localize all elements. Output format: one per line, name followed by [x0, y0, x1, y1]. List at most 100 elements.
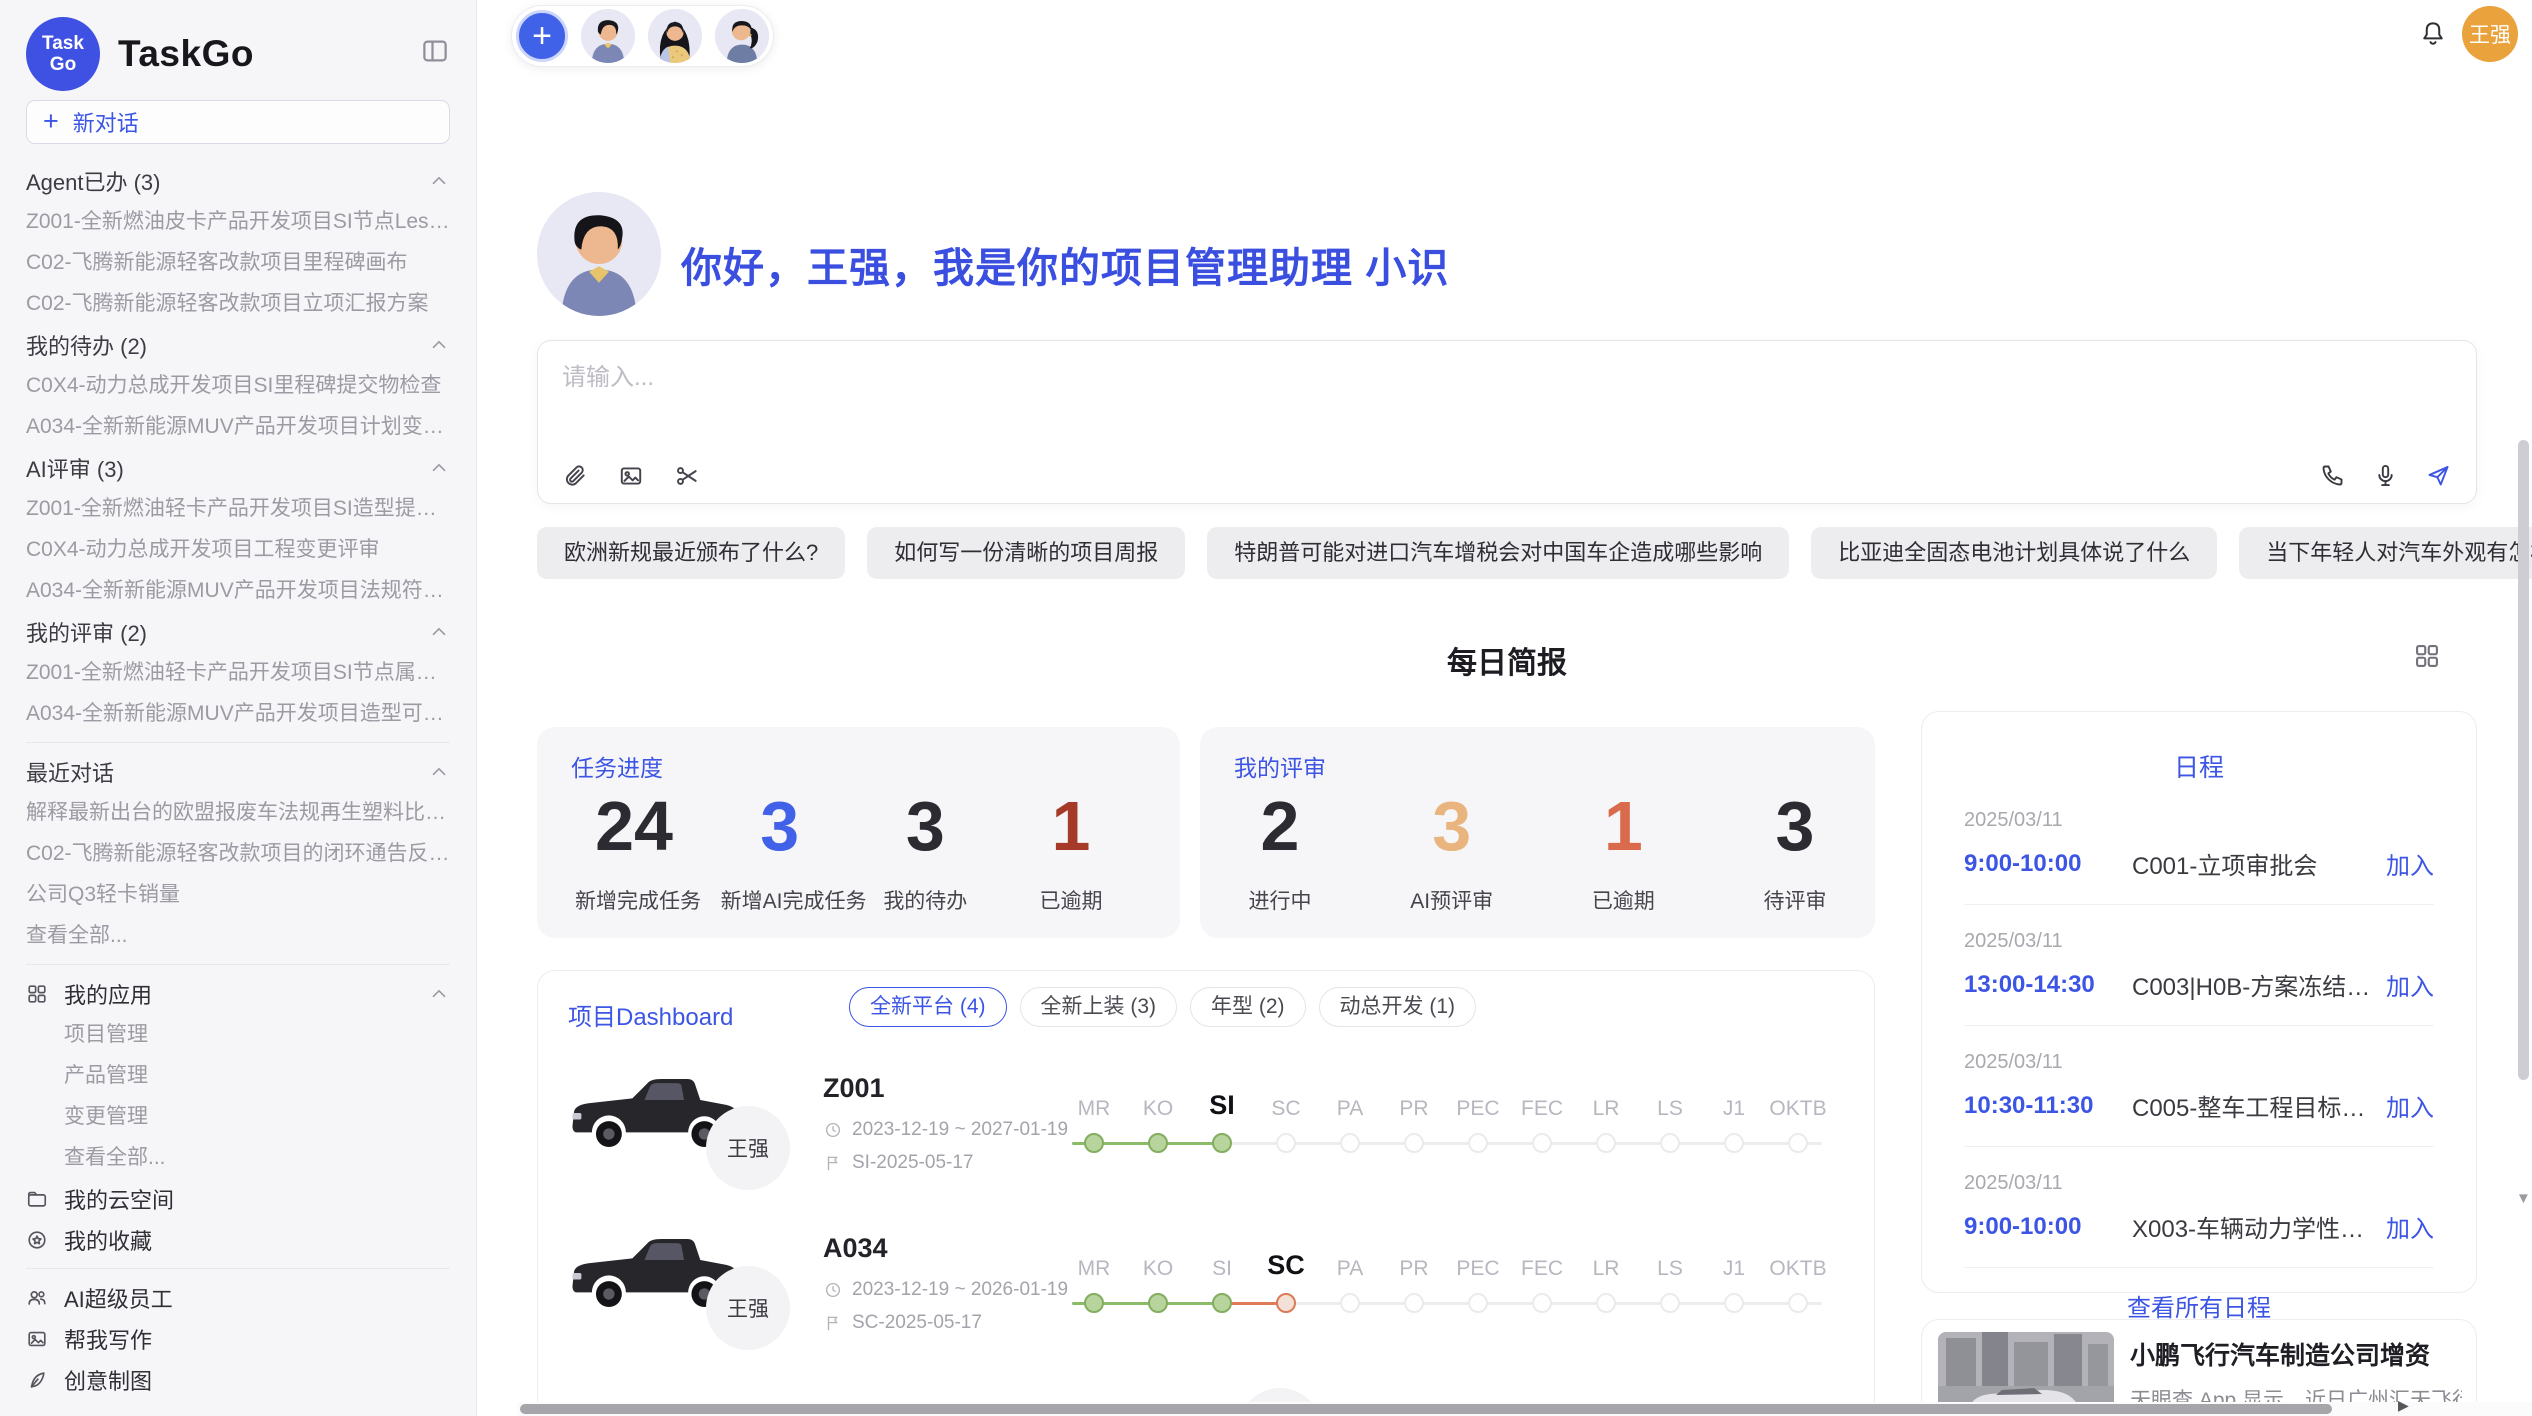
metric: 1已逾期 [1012, 791, 1130, 915]
add-conversation-button[interactable]: + [516, 10, 568, 62]
milestone-label: J1 [1723, 1087, 1745, 1121]
scissors-icon[interactable] [674, 463, 700, 489]
microphone-icon[interactable] [2372, 462, 2399, 489]
join-meeting-link[interactable]: 加入 [2386, 1209, 2434, 1244]
sidebar-task-item[interactable]: C02-飞腾新能源轻客改款项目里程碑画布 [26, 242, 450, 283]
sidebar-task-item[interactable]: Z001-全新燃油轻卡产品开发项目SI节点属性5D文件评审 [26, 652, 450, 693]
schedule-date: 2025/03/11 [1964, 1051, 2434, 1074]
milestone-label: OKTB [1769, 1087, 1826, 1121]
sidebar-section-header[interactable]: AI评审 (3) [26, 447, 450, 488]
app-item[interactable]: 查看全部... [26, 1137, 450, 1178]
schedule-date: 2025/03/11 [1964, 930, 2434, 953]
schedule-event-name: X003-车辆动力学性能验... [2132, 1209, 2374, 1244]
join-meeting-link[interactable]: 加入 [2386, 967, 2434, 1002]
sidebar-section-header[interactable]: Agent已办 (3) [26, 160, 450, 201]
stat-card: 我的评审2进行中3AI预评审1已逾期3待评审 [1200, 727, 1875, 938]
horizontal-scrollbar-thumb[interactable] [520, 1404, 2332, 1414]
milestone-dot [1340, 1293, 1360, 1313]
recent-conversation-item[interactable]: 公司Q3轻卡销量 [26, 874, 450, 915]
milestone-dot [1404, 1133, 1424, 1153]
sidebar-task-item[interactable]: Z001-全新燃油轻卡产品开发项目SI造型提交物评审 [26, 488, 450, 529]
dashboard-tab[interactable]: 年型 (2) [1190, 987, 1306, 1027]
sidebar-task-item[interactable]: C02-飞腾新能源轻客改款项目立项汇报方案 [26, 283, 450, 324]
schedule-event-name: C005-整车工程目标评审 [2132, 1088, 2374, 1123]
project-owner-badge: 王强 [706, 1266, 790, 1350]
project-code[interactable]: Z001 [823, 1073, 885, 1104]
cloud-folder-icon [26, 1188, 48, 1210]
horizontal-scrollbar[interactable] [517, 1402, 2532, 1416]
divider [26, 742, 450, 743]
suggestion-chip[interactable]: 当下年轻人对汽车外观有怎样的喜好趋势 [2239, 527, 2532, 579]
conversation-avatar-3[interactable] [715, 9, 769, 63]
assistant-avatar [537, 192, 661, 316]
phone-icon[interactable] [2319, 462, 2346, 489]
my-apps-header[interactable]: 我的应用 [26, 973, 450, 1014]
recent-conversations-header[interactable]: 最近对话 [26, 751, 450, 792]
sidebar-task-item[interactable]: A034-全新新能源MUV产品开发项目计划变更表编写 [26, 406, 450, 447]
dashboard-tab[interactable]: 动总开发 (1) [1319, 987, 1477, 1027]
notifications-bell-icon[interactable] [2418, 19, 2448, 49]
send-icon[interactable] [2425, 462, 2452, 489]
scroll-down-arrow-icon[interactable]: ▼ [2516, 1190, 2531, 1207]
join-meeting-link[interactable]: 加入 [2386, 846, 2434, 881]
schedule-time: 9:00-10:00 [1964, 1213, 2132, 1241]
view-all-schedule-link[interactable]: 查看所有日程 [1964, 1288, 2434, 1323]
metric-label: 进行中 [1221, 885, 1339, 915]
suggestion-chip[interactable]: 特朗普可能对进口汽车增税会对中国车企造成哪些影响 [1207, 527, 1789, 579]
dashboard-tab[interactable]: 全新平台 (4) [849, 987, 1007, 1027]
sidebar-task-item[interactable]: A034-全新新能源MUV产品开发项目造型可行性评审 [26, 693, 450, 734]
user-avatar[interactable]: 王强 [2462, 6, 2518, 62]
sidebar-tool-quill[interactable]: 创意制图 [26, 1359, 450, 1400]
my-apps: 我的应用项目管理产品管理变更管理查看全部... [26, 973, 450, 1178]
metric-label: 已逾期 [1012, 885, 1130, 915]
conversation-avatar-2[interactable] [648, 9, 702, 63]
recent-conversation-item[interactable]: 解释最新出台的欧盟报废车法规再生塑料比例被调至15%... [26, 792, 450, 833]
sidebar-link-cloud-folder[interactable]: 我的云空间 [26, 1178, 450, 1219]
schedule-event-name: C001-立项审批会 [2132, 846, 2374, 881]
recent-conversation-item[interactable]: 查看全部... [26, 915, 450, 956]
recent-conversation-item[interactable]: C02-飞腾新能源轻客改款项目的闭环通告反馈情况 [26, 833, 450, 874]
image-icon[interactable] [618, 463, 644, 489]
new-chat-button[interactable]: + 新对话 [26, 100, 450, 144]
suggestion-chip[interactable]: 如何写一份清晰的项目周报 [867, 527, 1185, 579]
sidebar-tool-photo[interactable]: 帮我写作 [26, 1318, 450, 1359]
app-item[interactable]: 项目管理 [26, 1014, 450, 1055]
project-next-milestone: SI-2025-05-17 [824, 1152, 973, 1174]
sidebar-tool-people[interactable]: AI超级员工 [26, 1277, 450, 1318]
milestone: SI [1190, 1209, 1254, 1313]
suggestion-chip[interactable]: 比亚迪全固态电池计划具体说了什么 [1811, 527, 2217, 579]
sidebar-collapse-icon[interactable] [420, 36, 450, 66]
app-item[interactable]: 变更管理 [26, 1096, 450, 1137]
sidebar-link-star-badge[interactable]: 我的收藏 [26, 1219, 450, 1260]
sidebar-task-item[interactable]: A034-全新新能源MUV产品开发项目法规符合性评审 [26, 570, 450, 611]
sidebar-task-item[interactable]: C0X4-动力总成开发项目SI里程碑提交物检查 [26, 365, 450, 406]
layout-grid-icon[interactable] [2413, 642, 2441, 670]
suggestion-chip[interactable]: 欧洲新规最近颁布了什么? [537, 527, 845, 579]
section-title: 我的评审 (2) [26, 616, 147, 648]
conversation-avatar-1[interactable] [581, 9, 635, 63]
metric-label: AI预评审 [1393, 885, 1511, 915]
milestone-label: FEC [1521, 1247, 1563, 1281]
sidebar-task-item[interactable]: Z001-全新燃油皮卡产品开发项目SI节点Lesson Learn报告 [26, 201, 450, 242]
milestone-dot [1660, 1293, 1680, 1313]
chat-input[interactable] [560, 355, 2454, 441]
app-item[interactable]: 产品管理 [26, 1055, 450, 1096]
project-code[interactable]: A034 [823, 1233, 888, 1264]
sidebar-section-header[interactable]: 我的评审 (2) [26, 611, 450, 652]
metric: 24新增完成任务 [575, 791, 693, 915]
link-label: 我的云空间 [64, 1183, 174, 1215]
join-meeting-link[interactable]: 加入 [2386, 1088, 2434, 1123]
dashboard-tab[interactable]: 全新上装 (3) [1020, 987, 1178, 1027]
project-dates: 2023-12-19 ~ 2026-01-19 [824, 1279, 1068, 1301]
sidebar-section-header[interactable]: 我的待办 (2) [26, 324, 450, 365]
plus-icon: + [43, 108, 59, 135]
sidebar-task-item[interactable]: C0X4-动力总成开发项目工程变更评审 [26, 529, 450, 570]
recent-conversations: 最近对话解释最新出台的欧盟报废车法规再生塑料比例被调至15%...C02-飞腾新… [26, 751, 450, 956]
scroll-right-arrow-icon[interactable]: ▶ [2398, 1397, 2409, 1414]
milestone-label: PR [1399, 1247, 1428, 1281]
vertical-scrollbar-thumb[interactable] [2518, 440, 2529, 1080]
app-grid-icon [26, 983, 48, 1005]
milestone: J1 [1702, 1209, 1766, 1313]
paperclip-icon[interactable] [562, 463, 588, 489]
sidebar-task-groups: Agent已办 (3)Z001-全新燃油皮卡产品开发项目SI节点Lesson L… [26, 160, 450, 734]
